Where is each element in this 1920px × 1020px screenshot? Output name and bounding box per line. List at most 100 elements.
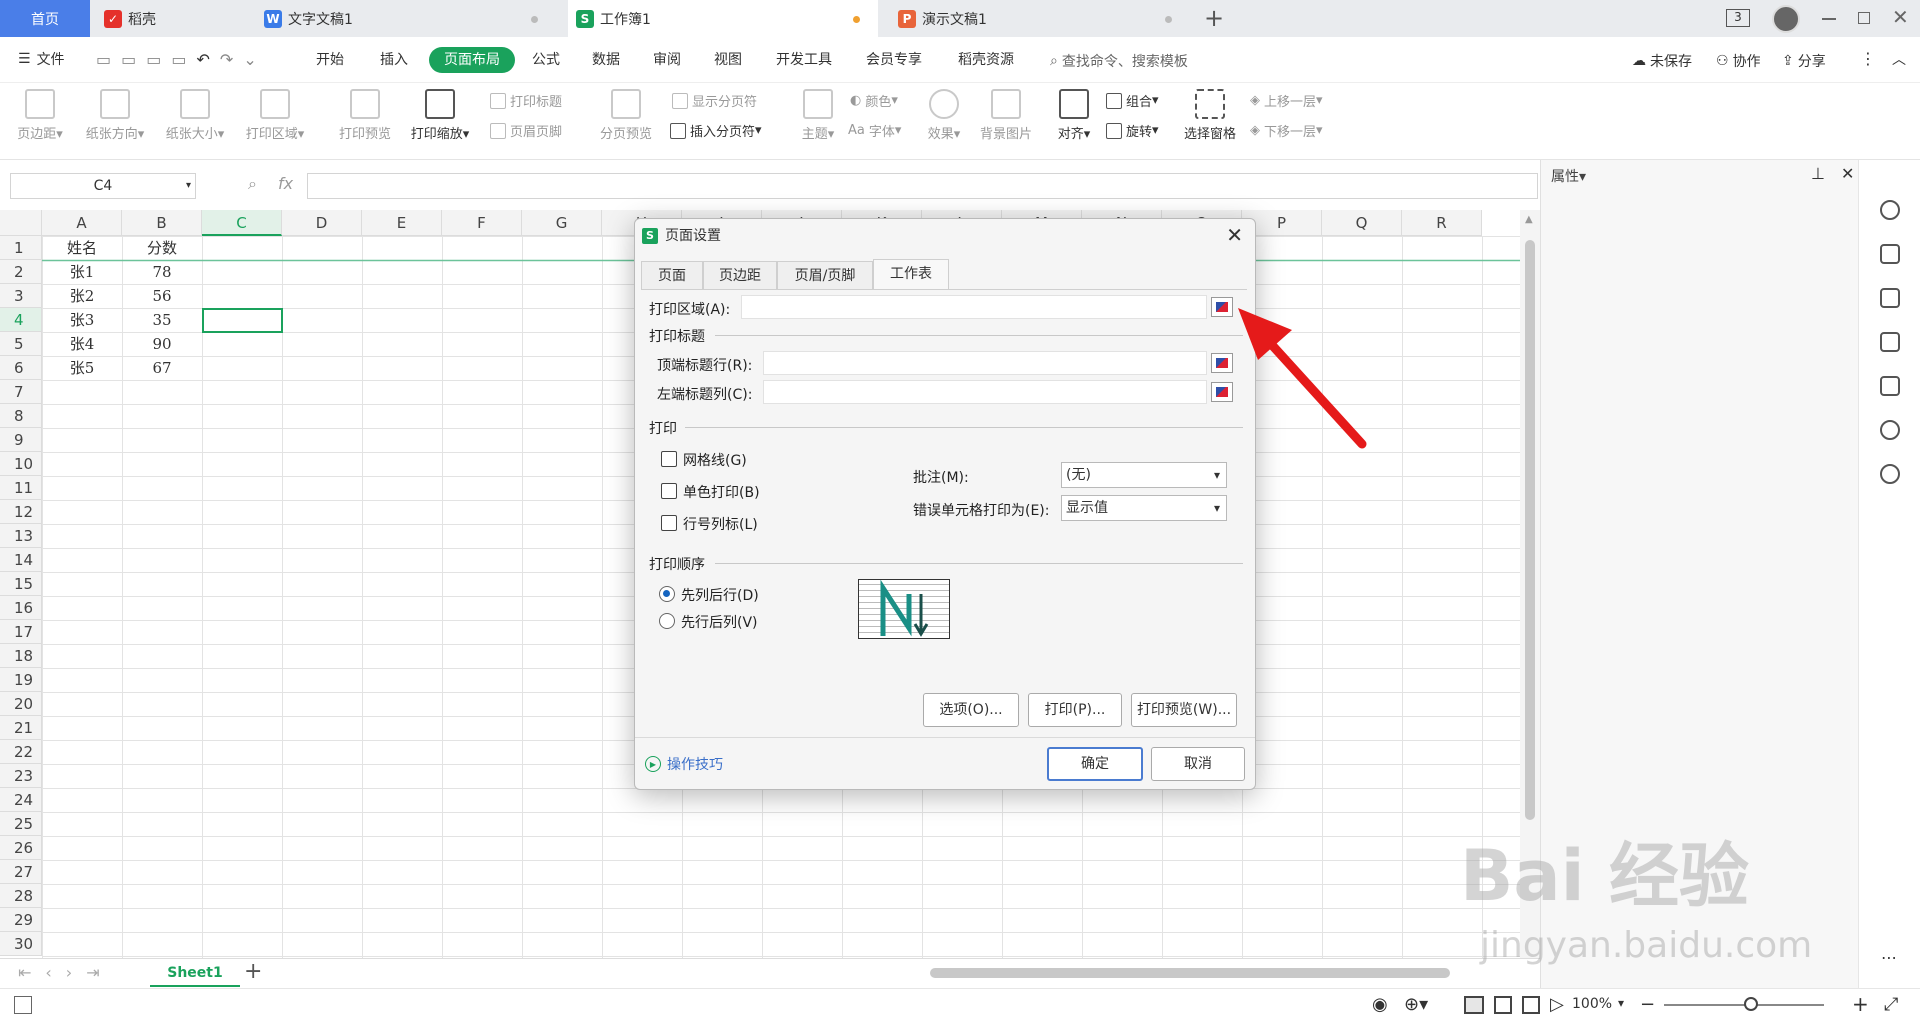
print-area-input[interactable]	[741, 295, 1207, 319]
row-header[interactable]: 26	[0, 836, 42, 860]
comments-select[interactable]: (无)	[1061, 462, 1227, 488]
print-area-button[interactable]: 打印区域▾	[240, 89, 310, 142]
select-all-corner[interactable]	[0, 210, 42, 236]
avatar[interactable]	[1772, 5, 1800, 33]
tab-spreadsheet[interactable]: S 工作簿1	[568, 0, 878, 37]
cancel-button[interactable]: 取消	[1151, 747, 1245, 781]
tips-link[interactable]: ▶ 操作技巧	[645, 754, 723, 774]
colors-button[interactable]: ◐ 颜色 ▾	[850, 91, 898, 110]
window-count-badge[interactable]: 3	[1726, 9, 1750, 27]
row-header[interactable]: 9	[0, 428, 42, 452]
tab-daoke[interactable]: ✓ 稻壳	[96, 0, 246, 37]
menu-data[interactable]: 数据	[584, 47, 628, 73]
selection-pane-button[interactable]: 选择窗格	[1178, 89, 1242, 142]
menu-page-layout[interactable]: 页面布局	[429, 47, 515, 73]
column-header[interactable]: Q	[1322, 210, 1402, 236]
break-view-icon[interactable]	[1522, 996, 1540, 1014]
language-icon[interactable]: ⊕▾	[1404, 994, 1428, 1015]
background-button[interactable]: 背景图片	[974, 89, 1038, 142]
paper-size-button[interactable]: 纸张大小▾	[160, 89, 230, 142]
left-cols-input[interactable]	[763, 380, 1207, 404]
name-box-dropdown-icon[interactable]: ▾	[186, 174, 191, 198]
dialog-tab-page[interactable]: 页面	[641, 261, 703, 289]
ok-button[interactable]: 确定	[1047, 747, 1143, 781]
customize-icon[interactable]: ⌄	[243, 50, 266, 69]
menu-formulas[interactable]: 公式	[524, 47, 568, 73]
row-header[interactable]: 8	[0, 404, 42, 428]
top-rows-ref-button[interactable]	[1211, 353, 1233, 373]
headings-checkbox[interactable]	[661, 515, 677, 531]
row-header[interactable]: 18	[0, 644, 42, 668]
lightning-icon[interactable]	[1880, 420, 1900, 440]
dialog-tab-sheet[interactable]: 工作表	[873, 259, 949, 289]
column-header[interactable]: A	[42, 210, 122, 236]
row-header[interactable]: 3	[0, 284, 42, 308]
show-breaks-checkbox[interactable]: 显示分页符	[672, 91, 757, 110]
row-header[interactable]: 12	[0, 500, 42, 524]
rotate-button[interactable]: 旋转 ▾	[1106, 121, 1159, 140]
command-search[interactable]: ⌕ 查找命令、搜索模板	[1050, 51, 1188, 71]
fx-icon[interactable]: fx	[278, 174, 293, 193]
column-header[interactable]: G	[522, 210, 602, 236]
row-header[interactable]: 29	[0, 908, 42, 932]
collapse-ribbon-icon[interactable]: ︿	[1892, 49, 1906, 69]
column-header[interactable]: B	[122, 210, 202, 236]
row-header[interactable]: 27	[0, 860, 42, 884]
zoom-dropdown-icon[interactable]: ▾	[1618, 996, 1624, 1010]
left-cols-ref-button[interactable]	[1211, 382, 1233, 402]
menu-start[interactable]: 开始	[308, 47, 352, 73]
print-icon[interactable]: ▭	[146, 50, 171, 69]
table-cell[interactable]: 姓名	[42, 236, 122, 260]
row-header[interactable]: 15	[0, 572, 42, 596]
settings-icon[interactable]	[1880, 288, 1900, 308]
close-window-icon[interactable]: ✕	[1892, 5, 1909, 29]
menu-developer[interactable]: 开发工具	[768, 47, 840, 73]
send-backward-button[interactable]: ◈ 下移一层 ▾	[1250, 121, 1323, 140]
menu-review[interactable]: 审阅	[645, 47, 689, 73]
macro-icon[interactable]	[14, 996, 32, 1014]
sheet-tab-sheet1[interactable]: Sheet1	[150, 959, 240, 987]
undo-icon[interactable]: ↶	[197, 50, 220, 69]
over-then-down-radio[interactable]	[659, 613, 675, 629]
row-header[interactable]: 22	[0, 740, 42, 764]
row-header[interactable]: 11	[0, 476, 42, 500]
table-cell[interactable]: 56	[122, 284, 202, 308]
align-button[interactable]: 对齐▾	[1052, 89, 1096, 142]
row-header[interactable]: 19	[0, 668, 42, 692]
effects-button[interactable]: 效果▾	[922, 89, 966, 142]
row-header[interactable]: 7	[0, 380, 42, 404]
options-button[interactable]: 选项(O)...	[923, 693, 1019, 727]
normal-view-icon[interactable]	[1464, 996, 1484, 1014]
row-header[interactable]: 16	[0, 596, 42, 620]
save-icon[interactable]: ▭	[96, 50, 121, 69]
image-icon[interactable]	[1880, 376, 1900, 396]
collab-button[interactable]: ⚇ 协作	[1716, 51, 1761, 71]
reading-view-icon[interactable]: ▷	[1550, 994, 1564, 1015]
tab-home[interactable]: 首页	[0, 0, 90, 37]
zoom-slider-thumb[interactable]	[1744, 997, 1758, 1011]
file-menu[interactable]: ☰ 文件	[18, 49, 65, 69]
menu-member[interactable]: 会员专享	[858, 47, 930, 73]
row-header[interactable]: 24	[0, 788, 42, 812]
restore-icon[interactable]	[1858, 12, 1870, 24]
tab-writer[interactable]: W 文字文稿1	[256, 0, 556, 37]
print-area-ref-button[interactable]	[1211, 297, 1233, 317]
row-header[interactable]: 25	[0, 812, 42, 836]
preview-icon[interactable]: ▭	[171, 50, 196, 69]
scroll-up-icon[interactable]: ▲	[1525, 214, 1533, 225]
table-cell[interactable]: 67	[122, 356, 202, 380]
export-icon[interactable]: ▭	[121, 50, 146, 69]
table-cell[interactable]: 90	[122, 332, 202, 356]
minimize-icon[interactable]	[1822, 18, 1836, 20]
row-header[interactable]: 28	[0, 884, 42, 908]
table-cell[interactable]: 张3	[42, 308, 122, 332]
sheet-nav-arrows[interactable]: ⇤‹›⇥	[18, 963, 114, 982]
dialog-close-icon[interactable]: ✕	[1226, 223, 1243, 247]
table-cell[interactable]: 分数	[122, 236, 202, 260]
mono-checkbox[interactable]	[661, 483, 677, 499]
margins-button[interactable]: 页边距▾	[10, 89, 70, 142]
row-header[interactable]: 20	[0, 692, 42, 716]
print-titles-button[interactable]: 打印标题	[490, 91, 562, 110]
column-header[interactable]: R	[1402, 210, 1482, 236]
insert-break-button[interactable]: 插入分页符 ▾	[670, 121, 762, 140]
